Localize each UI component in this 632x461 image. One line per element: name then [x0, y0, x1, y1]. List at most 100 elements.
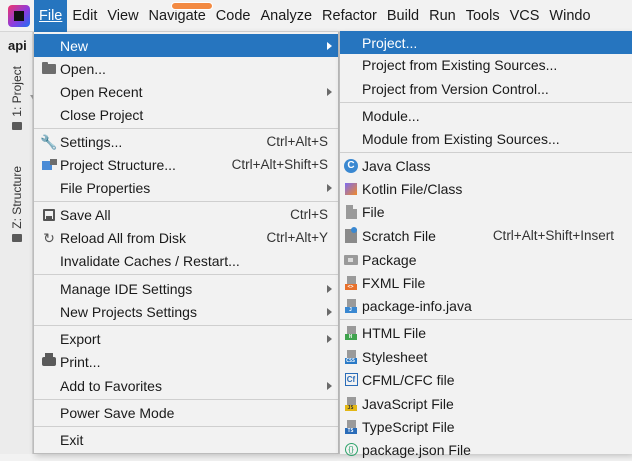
- new-project-from-vcs[interactable]: Project from Version Control...: [340, 77, 632, 100]
- blank-icon: [340, 77, 362, 100]
- menu-analyze[interactable]: Analyze: [255, 0, 317, 32]
- menu-separator: [340, 319, 632, 320]
- menu-view[interactable]: View: [102, 0, 143, 32]
- project-tab-icon: [11, 121, 22, 130]
- new-file[interactable]: File: [340, 200, 632, 223]
- menu-file[interactable]: File: [34, 0, 68, 32]
- structure-tab-icon: [11, 233, 22, 242]
- save-icon: [38, 203, 60, 226]
- file-menu-reload-all[interactable]: ↻ Reload All from Disk Ctrl+Alt+Y: [34, 226, 338, 249]
- file-menu-project-structure[interactable]: Project Structure... Ctrl+Alt+Shift+S: [34, 153, 338, 176]
- new-cfml-cfc-file[interactable]: Cf CFML/CFC file: [340, 368, 632, 391]
- file-menu-open-recent[interactable]: Open Recent: [34, 80, 338, 103]
- navigate-highlight-marker: [171, 2, 213, 10]
- shortcut-label: Ctrl+Alt+Y: [266, 230, 328, 245]
- project-structure-icon: [38, 153, 60, 176]
- menu-vcs[interactable]: VCS: [505, 0, 545, 32]
- new-html-file[interactable]: H HTML File: [340, 321, 632, 344]
- html-icon: H: [340, 321, 362, 344]
- menu-separator: [34, 128, 338, 129]
- file-menu-file-properties[interactable]: File Properties: [34, 176, 338, 199]
- blank-icon: [38, 401, 60, 424]
- new-java-class[interactable]: C Java Class: [340, 154, 632, 177]
- menu-run[interactable]: Run: [424, 0, 461, 32]
- blank-icon: [38, 300, 60, 323]
- submenu-arrow-icon: [327, 335, 332, 343]
- folder-icon: [38, 57, 60, 80]
- menu-window[interactable]: Windo: [544, 0, 595, 32]
- menu-edit[interactable]: Edit: [67, 0, 102, 32]
- menu-separator: [34, 201, 338, 202]
- file-menu-print[interactable]: Print...: [34, 350, 338, 373]
- new-package[interactable]: Package: [340, 248, 632, 271]
- blank-icon: [340, 104, 362, 127]
- new-fxml-file[interactable]: <> FXML File: [340, 271, 632, 294]
- submenu-arrow-icon: [327, 184, 332, 192]
- blank-icon: [38, 80, 60, 103]
- package-icon: [340, 248, 362, 271]
- file-menu-save-all[interactable]: Save All Ctrl+S: [34, 203, 338, 226]
- blank-icon: [340, 127, 362, 150]
- cfml-icon: Cf: [340, 368, 362, 391]
- blank-icon: [38, 327, 60, 350]
- blank-icon: [38, 103, 60, 126]
- new-module-from-existing-sources[interactable]: Module from Existing Sources...: [340, 127, 632, 150]
- new-scratch-file[interactable]: Scratch File Ctrl+Alt+Shift+Insert: [340, 224, 632, 247]
- shortcut-label: Ctrl+Alt+S: [266, 134, 328, 149]
- file-menu-new-projects-settings[interactable]: New Projects Settings: [34, 300, 338, 323]
- javascript-icon: JS: [340, 392, 362, 415]
- menu-tools[interactable]: Tools: [461, 0, 505, 32]
- new-project-from-existing-sources[interactable]: Project from Existing Sources...: [340, 53, 632, 76]
- menu-build[interactable]: Build: [382, 0, 424, 32]
- shortcut-label: Ctrl+Alt+Shift+S: [231, 157, 328, 172]
- wrench-icon: 🔧: [40, 133, 58, 150]
- print-icon: [38, 350, 60, 373]
- shortcut-label: Ctrl+S: [290, 207, 328, 222]
- project-tool-tab[interactable]: 1: Project: [0, 66, 33, 130]
- menu-separator: [340, 102, 632, 103]
- css-icon: CSS: [340, 345, 362, 368]
- intellij-logo-icon[interactable]: [8, 4, 30, 27]
- menu-refactor[interactable]: Refactor: [317, 0, 382, 32]
- file-menu-close-project[interactable]: Close Project: [34, 103, 338, 126]
- scratch-file-icon: [340, 224, 362, 247]
- menu-separator: [340, 152, 632, 153]
- structure-tool-tab[interactable]: Z: Structure: [0, 166, 33, 242]
- file-icon: [340, 200, 362, 223]
- new-package-json-file[interactable]: {} package.json File: [340, 438, 632, 461]
- project-name: api: [8, 38, 27, 53]
- new-kotlin-file-class[interactable]: Kotlin File/Class: [340, 177, 632, 200]
- submenu-arrow-icon: [327, 285, 332, 293]
- file-menu-manage-ide-settings[interactable]: Manage IDE Settings: [34, 277, 338, 300]
- blank-icon: [38, 176, 60, 199]
- menu-separator: [34, 426, 338, 427]
- submenu-arrow-icon: [327, 382, 332, 390]
- file-menu-power-save-mode[interactable]: Power Save Mode: [34, 401, 338, 424]
- file-menu-settings[interactable]: 🔧 Settings... Ctrl+Alt+S: [34, 130, 338, 153]
- package-json-icon: {}: [340, 438, 362, 461]
- new-typescript-file[interactable]: TS TypeScript File: [340, 415, 632, 438]
- shortcut-label: Ctrl+Alt+Shift+Insert: [492, 228, 614, 243]
- file-menu-invalidate-caches[interactable]: Invalidate Caches / Restart...: [34, 249, 338, 272]
- new-project[interactable]: Project...: [340, 31, 632, 54]
- file-menu-exit[interactable]: Exit: [34, 428, 338, 451]
- blank-icon: [340, 53, 362, 76]
- menu-code[interactable]: Code: [211, 0, 256, 32]
- typescript-icon: TS: [340, 415, 362, 438]
- new-javascript-file[interactable]: JS JavaScript File: [340, 392, 632, 415]
- java-class-icon: C: [340, 154, 362, 177]
- fxml-icon: <>: [340, 271, 362, 294]
- file-menu-export[interactable]: Export: [34, 327, 338, 350]
- file-menu-add-to-favorites[interactable]: Add to Favorites: [34, 374, 338, 397]
- new-module[interactable]: Module...: [340, 104, 632, 127]
- file-menu-open[interactable]: Open...: [34, 57, 338, 80]
- new-package-info-java[interactable]: J package-info.java: [340, 294, 632, 317]
- kotlin-icon: [340, 177, 362, 200]
- new-stylesheet[interactable]: CSS Stylesheet: [340, 345, 632, 368]
- blank-icon: [38, 34, 60, 57]
- submenu-arrow-icon: [327, 88, 332, 96]
- menu-separator: [34, 325, 338, 326]
- file-menu-new[interactable]: New: [34, 34, 338, 57]
- blank-icon: [340, 31, 362, 54]
- submenu-arrow-icon: [327, 42, 332, 50]
